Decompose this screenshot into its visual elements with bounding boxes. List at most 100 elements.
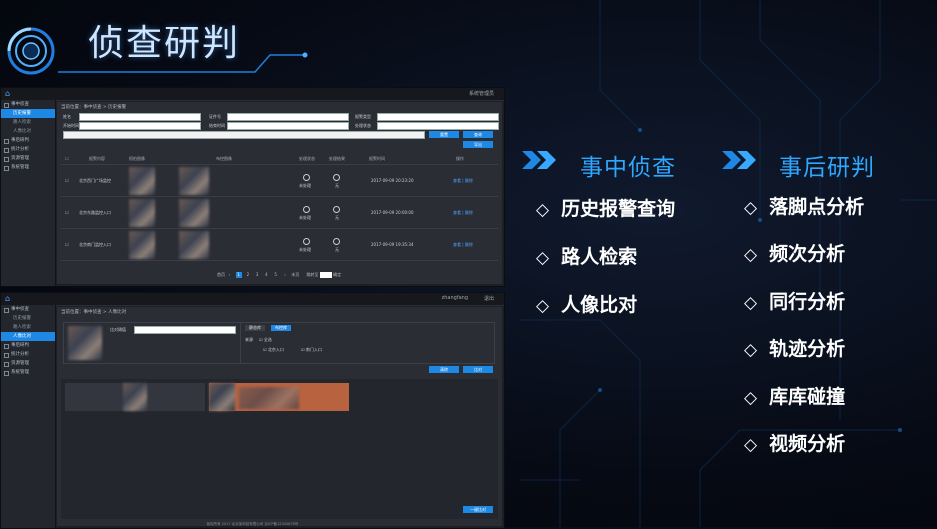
filter-label: 结束时间 bbox=[209, 123, 225, 128]
clock-icon bbox=[303, 206, 310, 213]
tab-control-library[interactable]: 布控库 bbox=[271, 325, 291, 331]
first-page-link[interactable]: 首页 bbox=[217, 272, 225, 277]
alarm-source: 北京西门广场监控 bbox=[79, 178, 111, 183]
sidebar-item[interactable]: 路人检索 bbox=[1, 118, 55, 127]
screenshot-alarm-history: ⌂ 系统管理员 事中侦查 历史报警 路人检索 人像比对 事后研判 统计分析 资源… bbox=[0, 87, 505, 287]
id-input[interactable]: 请输入证件号 bbox=[227, 113, 349, 130]
compare-settings-panel: 比对阈值 80 静态库 布控库 来源 ☑ 全选 ☑ 北京入口 ☑ 南门入口 bbox=[63, 322, 495, 364]
screenshot-face-compare: ⌂ zhangfang 退出 事中侦查 历史报警 路人检索 人像比对 事后研判 … bbox=[0, 292, 505, 529]
target-face-image[interactable] bbox=[179, 199, 209, 227]
captured-face-image[interactable] bbox=[129, 199, 155, 227]
captured-face-image[interactable] bbox=[129, 231, 155, 259]
target-face-image[interactable] bbox=[179, 231, 209, 259]
feature-item: ◇ 频次分析 bbox=[744, 243, 846, 265]
sidebar-item[interactable]: 资源管理 bbox=[1, 154, 55, 163]
sidebar-item[interactable]: 统计分析 bbox=[1, 145, 55, 154]
home-icon[interactable]: ⌂ bbox=[5, 89, 10, 98]
sidebar-item[interactable]: 人像比对 bbox=[1, 127, 55, 136]
sidebar-item[interactable]: 事中侦查 bbox=[1, 305, 55, 314]
result-face-image[interactable] bbox=[123, 383, 147, 411]
prev-page-button[interactable]: ‹ bbox=[226, 272, 232, 278]
feature-item: ◇ 人像比对 bbox=[536, 294, 638, 316]
minus-circle-icon bbox=[333, 238, 340, 245]
start-time-input[interactable]: 2017-09-02 00:00 bbox=[79, 122, 201, 139]
search-button[interactable]: 查询 bbox=[463, 131, 493, 138]
row-actions[interactable]: 查看 | 删除 bbox=[453, 178, 473, 184]
result-card[interactable] bbox=[65, 383, 205, 411]
diamond-icon: ◇ bbox=[744, 435, 758, 455]
footer-copyright: 版权所有 2017 北京某科技有限公司 京ICP备12345678号 bbox=[206, 522, 299, 526]
state-select[interactable]: 全部 bbox=[377, 122, 499, 139]
page-number[interactable]: 2 bbox=[245, 272, 251, 278]
tab-static-library[interactable]: 静态库 bbox=[245, 325, 265, 331]
user-name[interactable]: 系统管理员 bbox=[469, 90, 494, 97]
one-click-compare-button[interactable]: 一键比对 bbox=[463, 506, 493, 513]
sidebar-item[interactable]: 资源管理 bbox=[1, 359, 55, 368]
page-number[interactable]: 1 bbox=[235, 272, 242, 278]
row-actions[interactable]: 查看 | 删除 bbox=[453, 242, 473, 248]
sidebar-item-active[interactable]: 历史报警 bbox=[1, 109, 55, 118]
sidebar-item[interactable]: 历史报警 bbox=[1, 314, 55, 323]
home-icon[interactable]: ⌂ bbox=[5, 294, 10, 303]
column-header: 抓拍图像 bbox=[129, 156, 145, 161]
end-time-input[interactable]: 2017-09-08 12:00 bbox=[227, 122, 349, 139]
clock-icon bbox=[303, 174, 310, 181]
export-button[interactable]: 导出 bbox=[463, 141, 493, 148]
checkbox-source-a[interactable]: ☑ 北京入口 bbox=[263, 347, 284, 353]
goto-button[interactable]: 确定 bbox=[333, 272, 341, 277]
table-row[interactable]: ☐ 北京东路监控入口 未处理 无 2017-09-09 20:00:00 查看 … bbox=[61, 198, 498, 229]
uploaded-face-image[interactable] bbox=[68, 326, 102, 360]
table-row[interactable]: ☐ 北京西门广场监控 未处理 无 2017-09-09 20:23:20 查看 … bbox=[61, 166, 498, 197]
threshold-input[interactable]: 80 bbox=[134, 326, 236, 343]
reset-button[interactable]: 重置 bbox=[429, 131, 459, 138]
row-checkbox[interactable]: ☐ bbox=[65, 242, 69, 247]
page-number[interactable]: 4 bbox=[263, 272, 269, 278]
checkbox-source-b[interactable]: ☑ 南门入口 bbox=[301, 347, 322, 353]
diamond-icon: ◇ bbox=[744, 388, 758, 408]
alarm-time: 2017-09-09 20:23:20 bbox=[371, 178, 414, 183]
logout-link[interactable]: 退出 bbox=[484, 295, 494, 302]
camera-selector[interactable] bbox=[63, 131, 425, 139]
sidebar-item-active[interactable]: 人像比对 bbox=[1, 332, 55, 341]
minus-circle-icon bbox=[333, 174, 340, 181]
section-heading-after: 事后研判 bbox=[779, 155, 875, 181]
row-actions[interactable]: 查看 | 删除 bbox=[453, 210, 473, 216]
chevron-icon bbox=[722, 151, 756, 169]
compare-button[interactable]: 比对 bbox=[463, 366, 493, 373]
next-page-button[interactable]: › bbox=[282, 272, 288, 278]
sidebar-item[interactable]: 事后研判 bbox=[1, 136, 55, 145]
source-label: 来源 bbox=[245, 337, 253, 342]
name-input[interactable]: 请输入姓名 bbox=[79, 113, 201, 130]
sidebar-item[interactable]: 系统管理 bbox=[1, 163, 55, 172]
app-sidebar: 事中侦查 历史报警 路人检索 人像比对 事后研判 统计分析 资源管理 系统管理 bbox=[1, 305, 56, 528]
goto-page-input[interactable] bbox=[319, 272, 332, 278]
result-card-highlighted[interactable] bbox=[209, 383, 349, 411]
checkbox-all[interactable]: ☑ 全选 bbox=[259, 337, 272, 343]
sidebar-item[interactable]: 事中侦查 bbox=[1, 100, 55, 109]
last-page-link[interactable]: 末页 bbox=[291, 272, 299, 277]
type-select[interactable]: 重点人员 bbox=[377, 113, 499, 130]
diamond-icon: ◇ bbox=[536, 248, 550, 268]
page-number[interactable]: 3 bbox=[254, 272, 260, 278]
row-checkbox[interactable]: ☐ bbox=[65, 178, 69, 183]
row-checkbox[interactable]: ☐ bbox=[65, 210, 69, 215]
captured-face-image[interactable] bbox=[129, 167, 155, 195]
diamond-icon: ◇ bbox=[744, 198, 758, 218]
user-name[interactable]: zhangfang bbox=[442, 295, 468, 301]
sidebar-item[interactable]: 系统管理 bbox=[1, 368, 55, 377]
app-topbar: ⌂ 系统管理员 bbox=[1, 88, 504, 101]
alarm-result: 无 bbox=[335, 183, 339, 188]
result-face-image[interactable] bbox=[209, 383, 235, 411]
sidebar-item[interactable]: 统计分析 bbox=[1, 350, 55, 359]
sidebar-item[interactable]: 事后研判 bbox=[1, 341, 55, 350]
page-number[interactable]: 5 bbox=[273, 272, 279, 278]
alarm-source: 北京东路监控入口 bbox=[79, 210, 111, 215]
clear-button[interactable]: 清除 bbox=[429, 366, 459, 373]
select-all-checkbox[interactable]: ☐ bbox=[65, 156, 69, 161]
target-face-image[interactable] bbox=[179, 167, 209, 195]
sidebar-item[interactable]: 路人检索 bbox=[1, 323, 55, 332]
feature-item: ◇ 轨迹分析 bbox=[744, 338, 846, 360]
threshold-label: 比对阈值 bbox=[110, 327, 126, 332]
feature-item: ◇ 落脚点分析 bbox=[744, 196, 865, 218]
table-row[interactable]: ☐ 北京南门监控入口 未处理 无 2017-09-09 19:35:34 查看 … bbox=[61, 230, 498, 261]
